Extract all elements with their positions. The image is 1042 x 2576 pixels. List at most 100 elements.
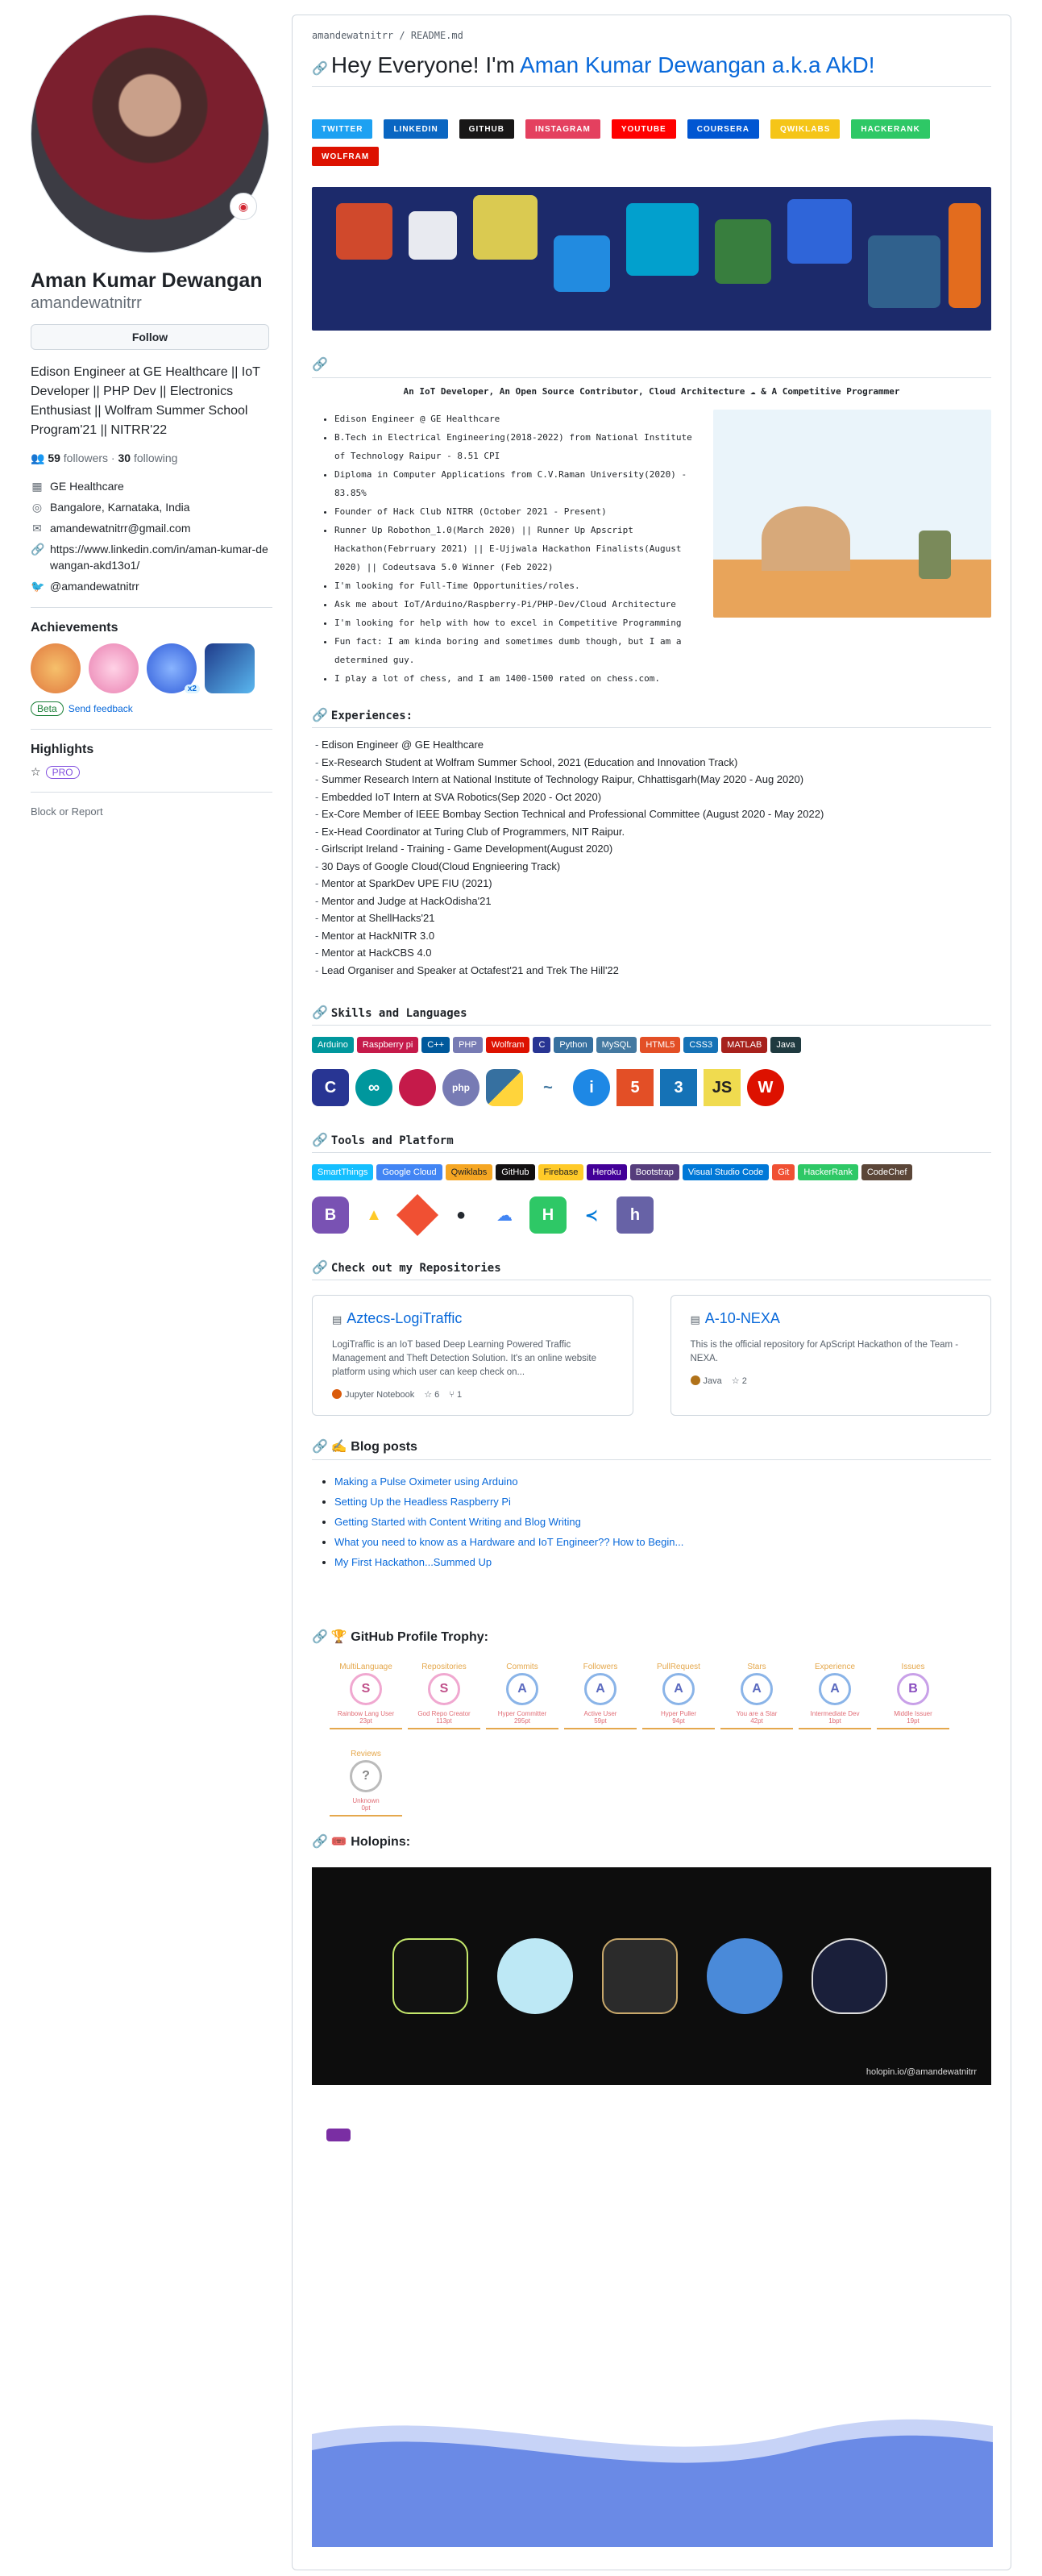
tool-tag: GitHub [496,1164,535,1180]
social-badge-hackerank[interactable]: HACKERANK [851,119,930,139]
send-feedback-link[interactable]: Send feedback [68,703,133,714]
about-item: Diploma in Computer Applications from C.… [334,465,705,502]
anchor-link-icon[interactable]: 🔗 [312,707,328,722]
block-report-link[interactable]: Block or Report [31,805,272,818]
beta-label: Beta [31,701,64,716]
trophy-category: PullRequest [657,1663,700,1671]
anchor-link-icon[interactable]: 🔗 [312,1835,328,1849]
anchor-link-icon[interactable]: 🔗 [312,62,328,76]
about-item-text: Runner Up Robothon_1.0(March 2020) || Ru… [334,525,682,572]
tool-tag: HackerRank [798,1164,858,1180]
email-item[interactable]: ✉ amandewatnitrr@gmail.com [31,520,272,536]
repo-language-name: Jupyter Notebook [345,1390,415,1400]
achievement-badge-1[interactable] [31,643,81,693]
repo-stars-count: 2 [741,1376,747,1386]
tool-tag: Heroku [587,1164,627,1180]
info-icon: i [573,1069,610,1106]
blog-link[interactable]: What you need to know as a Hardware and … [334,1536,683,1548]
mysql-icon: ~ [543,1078,553,1097]
git-icon [396,1193,439,1237]
blog-link[interactable]: Making a Pulse Oximeter using Arduino [334,1475,518,1488]
following-link[interactable]: 30 following [118,452,178,464]
social-badge-linkedin[interactable]: LINKEDIN [384,119,448,139]
about-item: B.Tech in Electrical Engineering(2018-20… [334,428,705,465]
tool-tag: Visual Studio Code [682,1164,770,1180]
repo-stars[interactable]: ☆ 2 [732,1375,747,1386]
profile-sidebar: ◉ Aman Kumar Dewangan amandewatnitrr Fol… [31,15,272,818]
follow-button[interactable]: Follow [31,324,269,350]
trophy-points: 1bpt [828,1717,841,1725]
skill-tag: PHP [453,1037,483,1053]
social-badge-wolfram[interactable]: WOLFRAM [312,147,380,166]
trophy-points: 42pt [750,1717,763,1725]
trophy-card: MultiLanguage S Rainbow Lang User 23pt [330,1663,402,1742]
about-item: I'm looking for help with how to excel i… [334,614,705,632]
social-badge-instagram[interactable]: INSTAGRAM [525,119,600,139]
trophy-points: 23pt [359,1717,372,1725]
twitter-item[interactable]: 🐦 @amandewatnitrr [31,578,272,594]
social-badge-github[interactable]: GITHUB [459,119,515,139]
holopin-lizard [497,1938,573,2014]
trophy-rank: S [428,1673,460,1705]
blog-item: Setting Up the Headless Raspberry Pi [334,1492,991,1512]
skill-tag: C++ [421,1037,450,1053]
achievement-badge-3[interactable]: x2 [147,643,200,693]
anchor-link-icon[interactable]: 🔗 [312,1005,328,1020]
tool-tag: CodeChef [861,1164,913,1180]
status-emoji-icon[interactable]: ◉ [230,193,257,220]
repo-name-link[interactable]: ▤ Aztecs-LogiTraffic [332,1310,613,1327]
holopin-participant [812,1938,887,2014]
achievement-badge-2[interactable] [89,643,139,693]
repo-card[interactable]: ▤ Aztecs-LogiTraffic LogiTraffic is an IoT… [312,1295,633,1416]
skill-tag: MySQL [596,1037,637,1053]
location-item: ◎ Bangalore, Karnataka, India [31,501,190,514]
repo-meta: Jupyter Notebook ☆ 6 ⑂ 1 [332,1389,613,1400]
github-octocat-icon: ● [455,1205,467,1224]
repo-forks-count: 1 [456,1389,463,1400]
social-badge-coursera[interactable]: COURSERA [687,119,759,139]
language-color-dot [332,1389,342,1399]
trophy-title: Intermediate Dev [810,1710,860,1717]
company-item: ▦ GE Healthcare [31,480,124,493]
trophy-card: Followers A Active User 59pt [564,1663,637,1742]
repo-name-link[interactable]: ▤ A-10-NEXA [691,1310,972,1327]
holopin-url[interactable]: holopin.io/@amandewatnitrr [866,2067,977,2077]
repos-list: ▤ Aztecs-LogiTraffic LogiTraffic is an IoT… [312,1295,991,1416]
repo-description: LogiTraffic is an IoT based Deep Learnin… [332,1340,597,1377]
tagline: An IoT Developer, An Open Source Contrib… [403,386,900,397]
achievement-badge-4[interactable] [205,643,255,693]
trophy-points: 59pt [594,1717,607,1725]
php-icon: php [442,1069,479,1106]
anchor-link-icon[interactable]: 🔗 [312,358,328,372]
anchor-link-icon[interactable]: 🔗 [312,1259,328,1275]
link-icon: 🔗 [31,543,45,556]
repo-name-text: A-10-NEXA [704,1310,780,1326]
beta-row: Beta Send feedback [31,701,272,716]
profile-login: amandewatnitrr [31,294,142,312]
blog-link[interactable]: My First Hackathon...Summed Up [334,1556,492,1568]
social-badge-twitter[interactable]: TWITTER [312,119,373,139]
avatar[interactable]: ◉ [31,15,269,253]
anchor-link-icon[interactable]: 🔗 [312,1440,328,1454]
trophy-category: Experience [814,1663,856,1671]
followers-link[interactable]: 59 followers [48,452,108,464]
social-badge-qwiklabs[interactable]: QWIKLABS [770,119,841,139]
experience-item: Mentor at ShellHacks'21 [315,909,991,927]
blog-link[interactable]: Setting Up the Headless Raspberry Pi [334,1496,511,1508]
firebase-icon: ▲ [366,1205,382,1224]
anchor-link-icon[interactable]: 🔗 [312,1630,328,1644]
anchor-link-icon[interactable]: 🔗 [312,1132,328,1147]
experience-item: Edison Engineer @ GE Healthcare [315,736,991,754]
repo-forks[interactable]: ⑂ 1 [449,1390,462,1400]
skills-icons: C ∞ php ~ i 5 3 JS W [312,1069,991,1106]
holopins-board[interactable]: holopin.io/@amandewatnitrr [312,1867,991,2085]
repo-stars[interactable]: ☆ 6 [424,1389,439,1400]
website-item[interactable]: 🔗 https://www.linkedin.com/in/aman-kumar-… [31,541,272,573]
vscode-icon: ≺ [584,1206,599,1225]
trophy-rank: B [897,1673,929,1705]
trophy-card: Issues B Middle Issuer 19pt [877,1663,949,1742]
repo-card[interactable]: ▤ A-10-NEXA This is the official repositor… [670,1295,991,1416]
about-item: I play a lot of chess, and I am 1400-150… [334,669,705,688]
social-badge-youtube[interactable]: YOUTUBE [611,119,676,139]
blog-link[interactable]: Getting Started with Content Writing and… [334,1516,581,1528]
